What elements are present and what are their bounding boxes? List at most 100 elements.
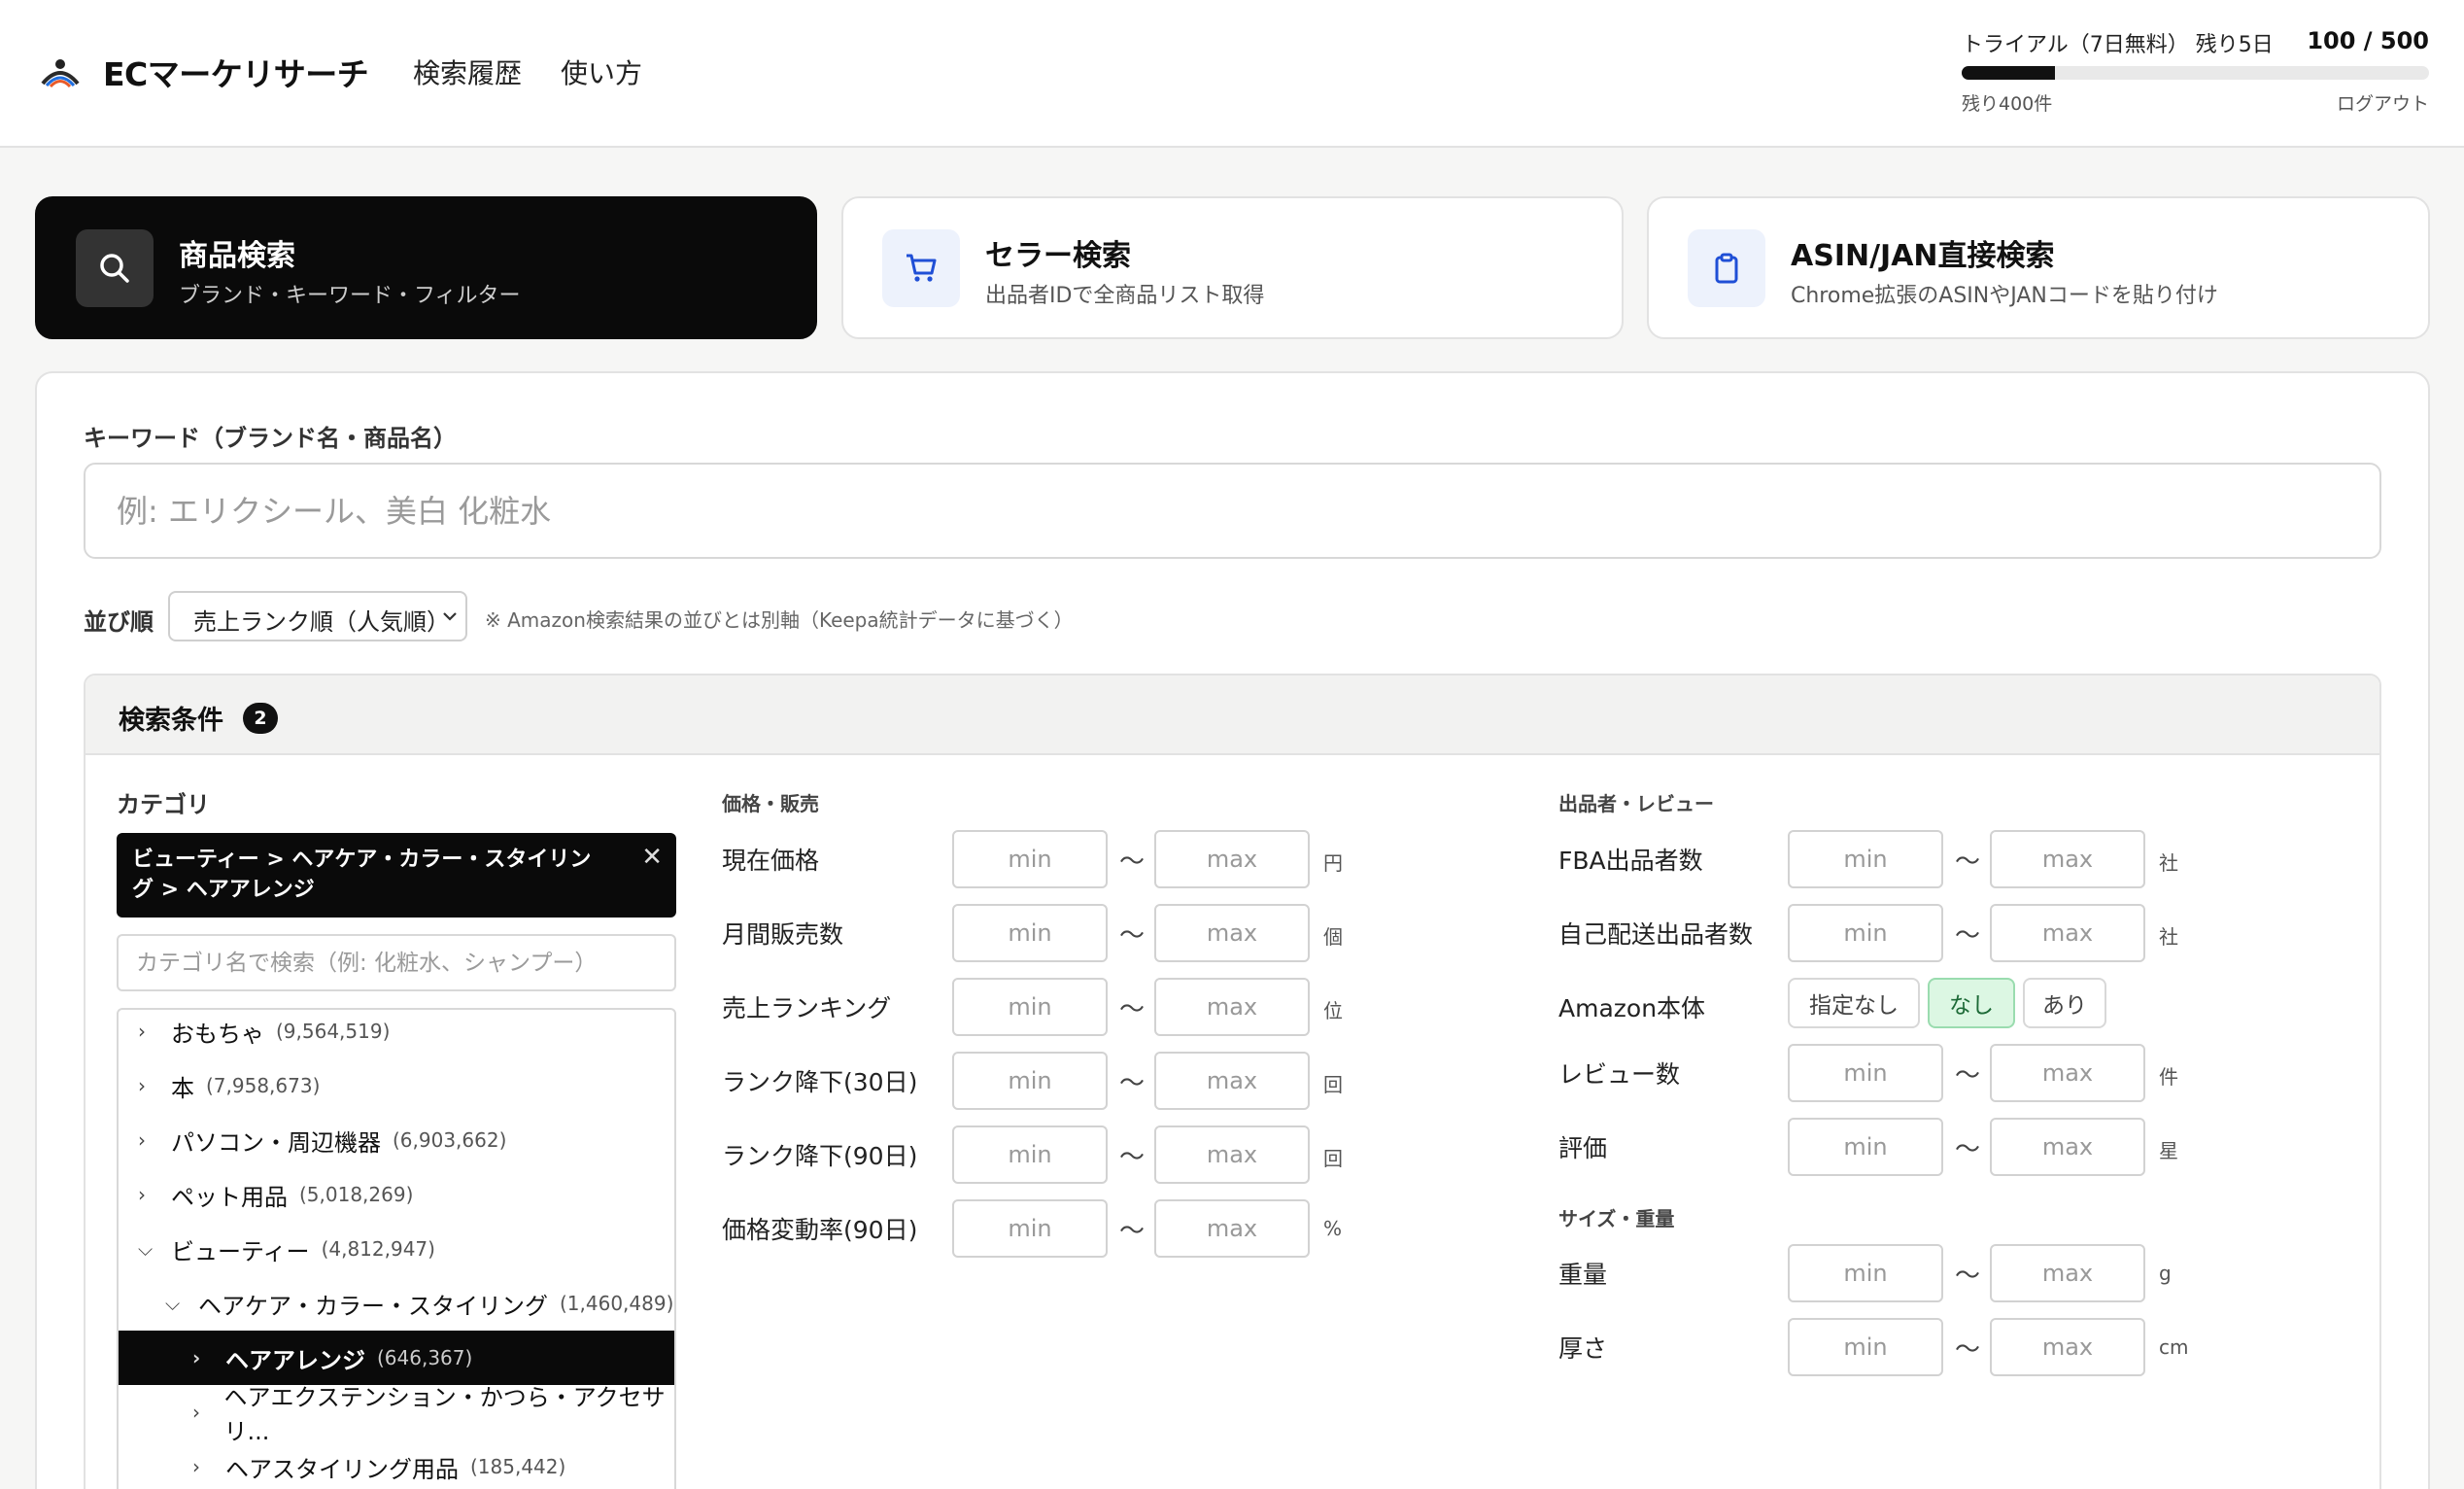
category-tree-item[interactable]: ⌵ ビューティー (4,812,947): [119, 1222, 674, 1276]
unit-label: 社: [2159, 851, 2178, 875]
mode-subtitle: ブランド・キーワード・フィルター: [179, 284, 521, 308]
category-tree-item[interactable]: ⌵ ヘアケア・カラー・スタイリング (1,460,489): [119, 1276, 674, 1331]
amazon-option[interactable]: あり: [2023, 978, 2106, 1028]
price-sales-4-max-input[interactable]: [1154, 1125, 1310, 1184]
logout-link[interactable]: ログアウト: [2337, 89, 2429, 116]
category-count: (4,812,947): [321, 1237, 435, 1261]
self-ship-sellers-min-input[interactable]: [1788, 904, 1943, 962]
chevron-right-icon: ›: [138, 1020, 146, 1043]
category-label: カテゴリ: [117, 791, 210, 818]
unit-label: 個: [1323, 925, 1343, 949]
weight-max-input[interactable]: [1990, 1244, 2145, 1302]
mode-card-seller-search[interactable]: セラー検索 出品者IDで全商品リスト取得: [841, 196, 1624, 339]
range-tilde: 〜: [1119, 1217, 1146, 1246]
nav-how-to-use[interactable]: 使い方: [561, 52, 642, 91]
weight-min-input[interactable]: [1788, 1244, 1943, 1302]
amazon-option[interactable]: なし: [1928, 978, 2015, 1028]
price-sales-2-max-input[interactable]: [1154, 978, 1310, 1036]
sort-selected-value: 売上ランク順（人気順）: [193, 608, 450, 636]
seller-review-title: 出品者・レビュー: [1558, 792, 1714, 815]
category-count: (185,442): [470, 1455, 566, 1478]
category-tree-item[interactable]: › ペット用品 (5,018,269): [119, 1167, 674, 1222]
price-sales-3-max-input[interactable]: [1154, 1052, 1310, 1110]
category-count: (6,903,662): [393, 1128, 507, 1152]
mode-title: ASIN/JAN直接検索: [1791, 239, 2055, 273]
search-icon: [76, 229, 154, 307]
top-header: ECマーケリサーチ 検索履歴 使い方 トライアル（7日無料） 残り5日 100 …: [0, 0, 2464, 148]
range-tilde: 〜: [1955, 1335, 1981, 1365]
chevron-down-icon: [443, 612, 457, 621]
price-sales-1-max-input[interactable]: [1154, 904, 1310, 962]
range-tilde: 〜: [1955, 848, 1981, 877]
thickness-max-input[interactable]: [1990, 1318, 2145, 1376]
review-count-max-input[interactable]: [1990, 1044, 2145, 1102]
category-name: ヘアエクステンション・かつら・アクセサリ...: [223, 1384, 666, 1445]
filter-label: 月間販売数: [722, 920, 844, 949]
filter-label: ランク降下(30日): [722, 1068, 918, 1096]
range-tilde: 〜: [1119, 995, 1146, 1024]
size-weight-title: サイズ・重量: [1558, 1207, 1675, 1230]
mode-title: セラー検索: [985, 239, 1131, 273]
unit-label: cm: [2159, 1335, 2189, 1359]
category-tree-item[interactable]: › ヘアアレンジ (646,367): [119, 1331, 674, 1385]
category-tree-item[interactable]: › ヘアエクステンション・かつら・アクセサリ...: [119, 1384, 674, 1445]
category-tree-item[interactable]: › おもちゃ (9,564,519): [119, 1010, 674, 1058]
filter-label: 評価: [1558, 1134, 1608, 1162]
price-sales-0-min-input[interactable]: [952, 830, 1108, 888]
category-tree-item[interactable]: › 本 (7,958,673): [119, 1058, 674, 1113]
chevron-down-icon: ⌵: [138, 1237, 154, 1261]
price-sales-3-min-input[interactable]: [952, 1052, 1108, 1110]
unit-label: 件: [2159, 1065, 2178, 1089]
price-sales-4-min-input[interactable]: [952, 1125, 1108, 1184]
clipboard-icon: [1688, 229, 1765, 307]
unit-label: 円: [1323, 851, 1343, 875]
price-sales-5-min-input[interactable]: [952, 1199, 1108, 1258]
thickness-min-input[interactable]: [1788, 1318, 1943, 1376]
chevron-right-icon: ›: [192, 1455, 200, 1478]
conditions-header[interactable]: 検索条件 2: [86, 675, 2379, 755]
amazon-option[interactable]: 指定なし: [1788, 978, 1920, 1028]
category-tree-item[interactable]: › ヘアスタイリング用品 (185,442): [119, 1439, 674, 1489]
mode-card-product-search[interactable]: 商品検索 ブランド・キーワード・フィルター: [35, 196, 817, 339]
range-tilde: 〜: [1119, 921, 1146, 951]
review-count-min-input[interactable]: [1788, 1044, 1943, 1102]
unit-label: 位: [1323, 999, 1343, 1022]
mode-card-asin-jan-search[interactable]: ASIN/JAN直接検索 Chrome拡張のASINやJANコードを貼り付け: [1647, 196, 2430, 339]
chevron-right-icon: ›: [138, 1074, 146, 1097]
usage-count: 100 / 500: [2307, 27, 2429, 54]
keyword-input[interactable]: [84, 463, 2381, 559]
mode-subtitle: Chrome拡張のASINやJANコードを貼り付け: [1791, 284, 2218, 308]
fba-sellers-max-input[interactable]: [1990, 830, 2145, 888]
self-ship-sellers-max-input[interactable]: [1990, 904, 2145, 962]
price-sales-0-max-input[interactable]: [1154, 830, 1310, 888]
chevron-right-icon: ›: [192, 1346, 201, 1369]
price-sales-1-min-input[interactable]: [952, 904, 1108, 962]
unit-label: 回: [1323, 1073, 1343, 1096]
range-tilde: 〜: [1119, 848, 1146, 877]
usage-progress-bar: [1962, 66, 2429, 80]
category-search-input[interactable]: [117, 934, 676, 991]
mode-subtitle: 出品者IDで全商品リスト取得: [985, 284, 1265, 308]
sort-select[interactable]: 売上ランク順（人気順）: [168, 591, 467, 641]
category-count: (1,460,489): [560, 1292, 674, 1315]
filter-label: 現在価格: [722, 847, 820, 875]
unit-label: 社: [2159, 925, 2178, 949]
price-sales-5-max-input[interactable]: [1154, 1199, 1310, 1258]
filter-label: 売上ランキング: [722, 994, 892, 1022]
conditions-title: 検索条件: [119, 706, 223, 736]
selected-category-chip: ビューティー > ヘアケア・カラー・スタイリング > ヘアアレンジ ✕: [117, 833, 676, 918]
unit-label: %: [1323, 1217, 1343, 1240]
nav-search-history[interactable]: 検索履歴: [413, 52, 522, 91]
range-tilde: 〜: [1955, 1262, 1981, 1291]
rating-max-input[interactable]: [1990, 1118, 2145, 1176]
chevron-right-icon: ›: [138, 1128, 146, 1152]
filter-label: 自己配送出品者数: [1558, 920, 1754, 949]
fba-sellers-min-input[interactable]: [1788, 830, 1943, 888]
category-tree-item[interactable]: › パソコン・周辺機器 (6,903,662): [119, 1113, 674, 1167]
filter-label: ランク降下(90日): [722, 1142, 918, 1170]
close-icon[interactable]: ✕: [641, 843, 663, 873]
usage-progress-fill: [1962, 66, 2056, 80]
price-sales-2-min-input[interactable]: [952, 978, 1108, 1036]
app-title: ECマーケリサーチ: [103, 55, 369, 93]
rating-min-input[interactable]: [1788, 1118, 1943, 1176]
